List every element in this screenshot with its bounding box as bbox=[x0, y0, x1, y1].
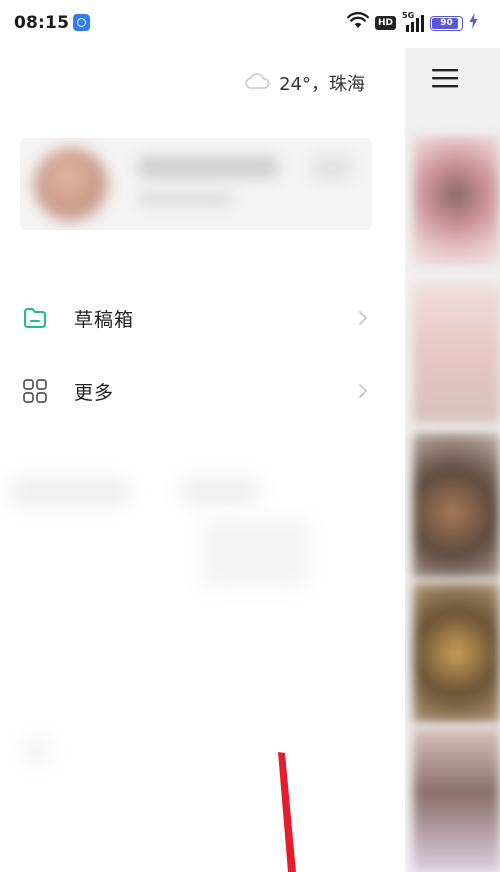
chevron-right-icon bbox=[356, 381, 370, 401]
menu-item-more[interactable]: 更多 bbox=[0, 363, 405, 419]
folder-icon bbox=[22, 305, 48, 331]
blurred-content bbox=[180, 478, 260, 504]
main-feed-peek[interactable] bbox=[405, 48, 500, 872]
menu-item-drafts[interactable]: 草稿箱 bbox=[0, 290, 405, 346]
feed-thumbnail[interactable] bbox=[413, 283, 500, 423]
weather-widget: 24°，珠海 bbox=[243, 70, 365, 96]
menu-item-label: 更多 bbox=[74, 381, 115, 404]
profile-name-blurred bbox=[138, 156, 278, 178]
feed-thumbnail[interactable] bbox=[413, 136, 500, 266]
weather-text: 24°，珠海 bbox=[279, 74, 365, 95]
status-indicators: HD 5G 90 bbox=[347, 11, 478, 34]
profile-subtitle-blurred bbox=[138, 192, 234, 206]
profile-action-blurred bbox=[312, 156, 352, 180]
battery-icon: 90 bbox=[430, 15, 463, 31]
notification-app-icon bbox=[73, 14, 90, 31]
feed-thumbnail[interactable] bbox=[413, 433, 500, 578]
charging-icon bbox=[469, 13, 478, 33]
blurred-content bbox=[10, 478, 130, 506]
blurred-content bbox=[200, 518, 310, 588]
hd-badge: HD bbox=[374, 16, 396, 30]
hamburger-menu-icon[interactable] bbox=[430, 58, 460, 98]
side-drawer: 24°，珠海 草稿箱 更多 bbox=[0, 48, 405, 872]
avatar[interactable] bbox=[34, 148, 108, 222]
feed-thumbnail[interactable] bbox=[413, 583, 500, 723]
wifi-icon bbox=[347, 12, 369, 34]
profile-card[interactable] bbox=[20, 138, 372, 230]
cellular-signal-icon: 5G bbox=[402, 11, 424, 32]
feed-thumbnail[interactable] bbox=[413, 728, 500, 872]
grid-icon bbox=[22, 378, 48, 404]
cloud-icon bbox=[243, 72, 271, 95]
menu-item-label: 草稿箱 bbox=[74, 308, 135, 331]
blurred-content bbox=[22, 736, 52, 766]
status-bar: 08:15 HD 5G 90 bbox=[0, 0, 500, 48]
chevron-right-icon bbox=[356, 308, 370, 328]
status-time: 08:15 bbox=[14, 13, 70, 33]
battery-percent: 90 bbox=[440, 17, 453, 28]
